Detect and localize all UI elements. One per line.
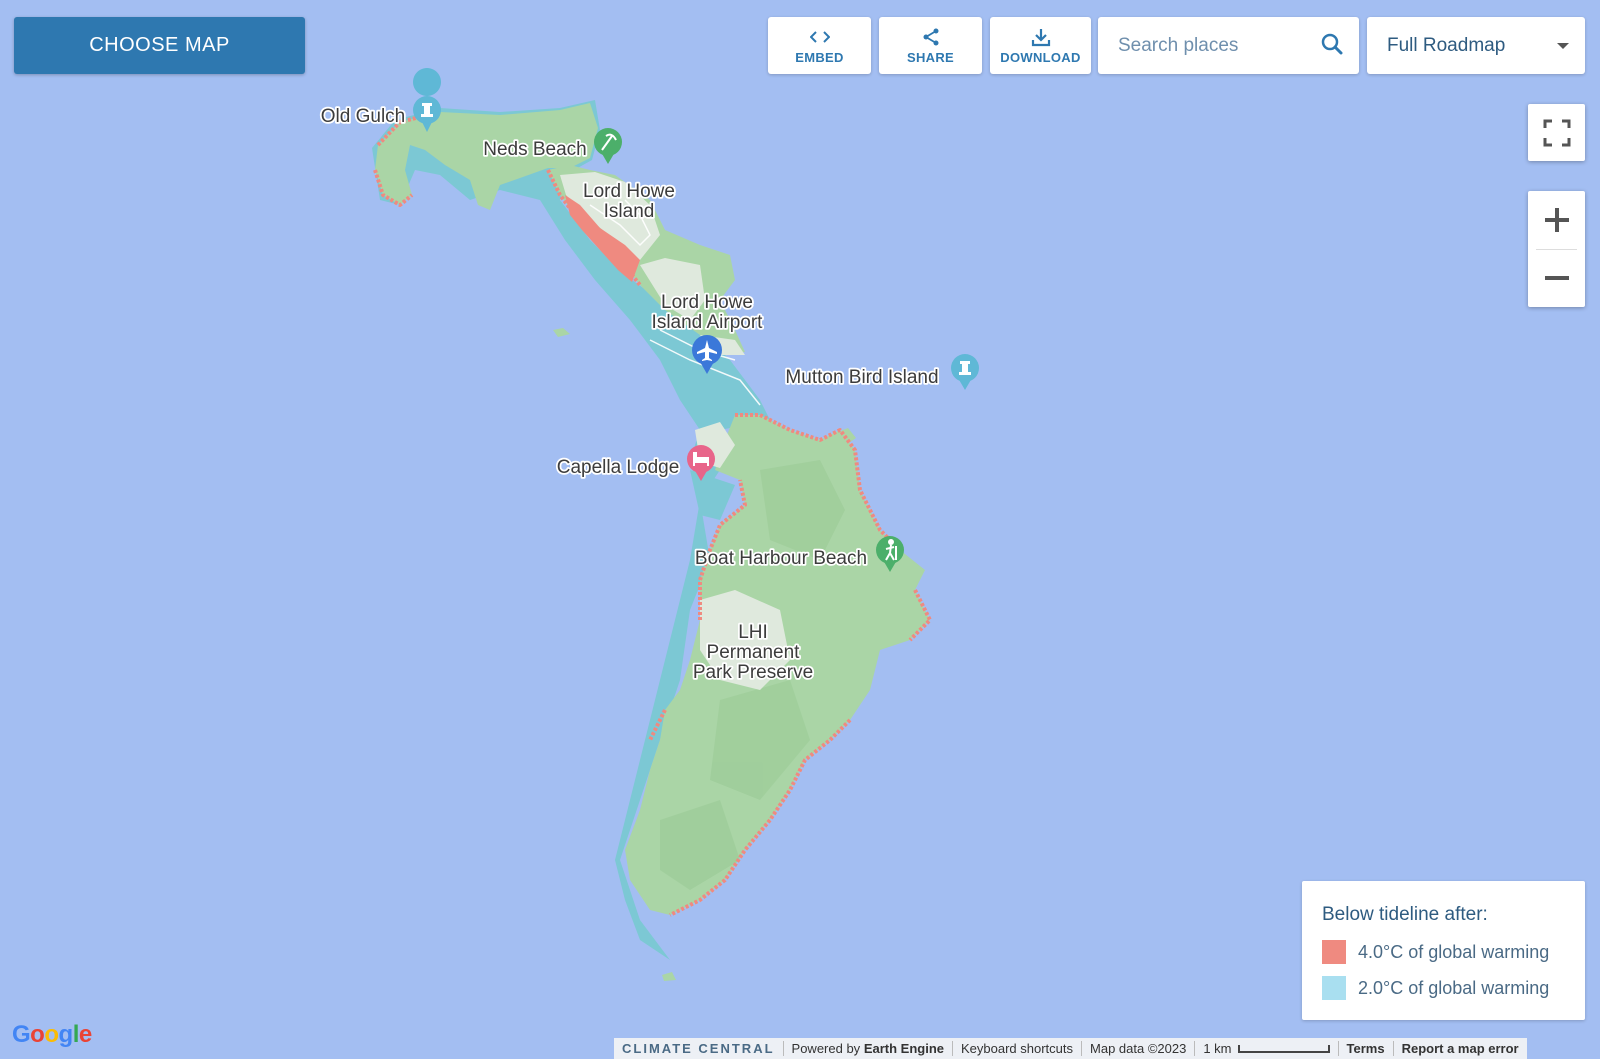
- label-park-3: Park Preserve: [693, 662, 813, 683]
- label-park-1: LHI: [738, 622, 768, 643]
- share-label: SHARE: [906, 50, 954, 65]
- zoom-in-button[interactable]: [1528, 191, 1585, 249]
- label-lhi-2: Island: [604, 201, 655, 222]
- label-boat-harbour: Boat Harbour Beach: [695, 548, 867, 569]
- legend-label-2c: 2.0°C of global warming: [1358, 977, 1550, 998]
- label-old-gulch: Old Gulch: [321, 106, 405, 127]
- embed-button[interactable]: EMBED: [768, 17, 871, 74]
- download-icon: [1031, 26, 1051, 48]
- map-data-attribution[interactable]: Map data ©2023: [1082, 1038, 1194, 1059]
- google-logo: Google: [12, 1021, 92, 1048]
- embed-label: EMBED: [795, 50, 844, 65]
- zoom-divider: [1536, 249, 1577, 250]
- download-label: DOWNLOAD: [1000, 50, 1081, 65]
- legend-label-4c: 4.0°C of global warming: [1358, 941, 1550, 962]
- choose-map-label: CHOOSE MAP: [89, 34, 230, 56]
- label-airport-1: Lord Howe: [661, 292, 753, 313]
- legend-title: Below tideline after:: [1322, 904, 1488, 925]
- powered-by: Powered by Earth Engine: [784, 1038, 952, 1059]
- zoom-out-button[interactable]: [1528, 249, 1585, 307]
- legend: Below tideline after: 4.0°C of global wa…: [1302, 881, 1585, 1020]
- download-button[interactable]: DOWNLOAD: [990, 17, 1091, 74]
- climate-central-logo[interactable]: CLIMATE CENTRAL: [614, 1038, 783, 1059]
- scale-label: 1 km: [1203, 1041, 1232, 1056]
- map-type-value: Full Roadmap: [1387, 35, 1506, 56]
- legend-swatch-4c: [1322, 940, 1346, 964]
- map-footer: CLIMATE CENTRAL Powered by Earth Engine …: [614, 1038, 1527, 1059]
- label-neds-beach: Neds Beach: [483, 139, 587, 160]
- zoom-controls: [1528, 191, 1585, 307]
- label-airport-2: Island Airport: [652, 312, 764, 333]
- report-map-error-link[interactable]: Report a map error: [1394, 1038, 1527, 1059]
- search-input[interactable]: [1116, 31, 1320, 61]
- label-park-2: Permanent: [707, 642, 801, 663]
- scale-bar[interactable]: 1 km: [1195, 1038, 1337, 1059]
- code-icon: [809, 26, 830, 48]
- label-lhi-1: Lord Howe: [583, 181, 675, 202]
- label-mutton-bird: Mutton Bird Island: [785, 367, 938, 388]
- powered-name[interactable]: Earth Engine: [864, 1041, 944, 1056]
- label-capella: Capella Lodge: [557, 457, 680, 478]
- plus-icon: [1544, 208, 1569, 232]
- fullscreen-button[interactable]: [1528, 104, 1585, 161]
- search-icon[interactable]: [1321, 33, 1343, 60]
- search-box: [1098, 17, 1359, 74]
- legend-swatch-2c: [1322, 976, 1346, 1000]
- share-icon: [922, 26, 940, 48]
- share-button[interactable]: SHARE: [879, 17, 982, 74]
- scale-line: [1237, 1044, 1330, 1053]
- keyboard-shortcuts-link[interactable]: Keyboard shortcuts: [953, 1038, 1081, 1059]
- legend-item-2c: 2.0°C of global warming: [1322, 976, 1549, 1000]
- map-type-select[interactable]: Full Roadmap: [1367, 17, 1585, 74]
- minus-icon: [1544, 276, 1569, 280]
- legend-item-4c: 4.0°C of global warming: [1322, 940, 1549, 964]
- choose-map-button[interactable]: CHOOSE MAP: [14, 17, 305, 74]
- terms-link[interactable]: Terms: [1339, 1038, 1393, 1059]
- powered-prefix: Powered by: [791, 1041, 861, 1056]
- caret-down-icon: [1557, 43, 1569, 49]
- fullscreen-icon: [1543, 119, 1570, 146]
